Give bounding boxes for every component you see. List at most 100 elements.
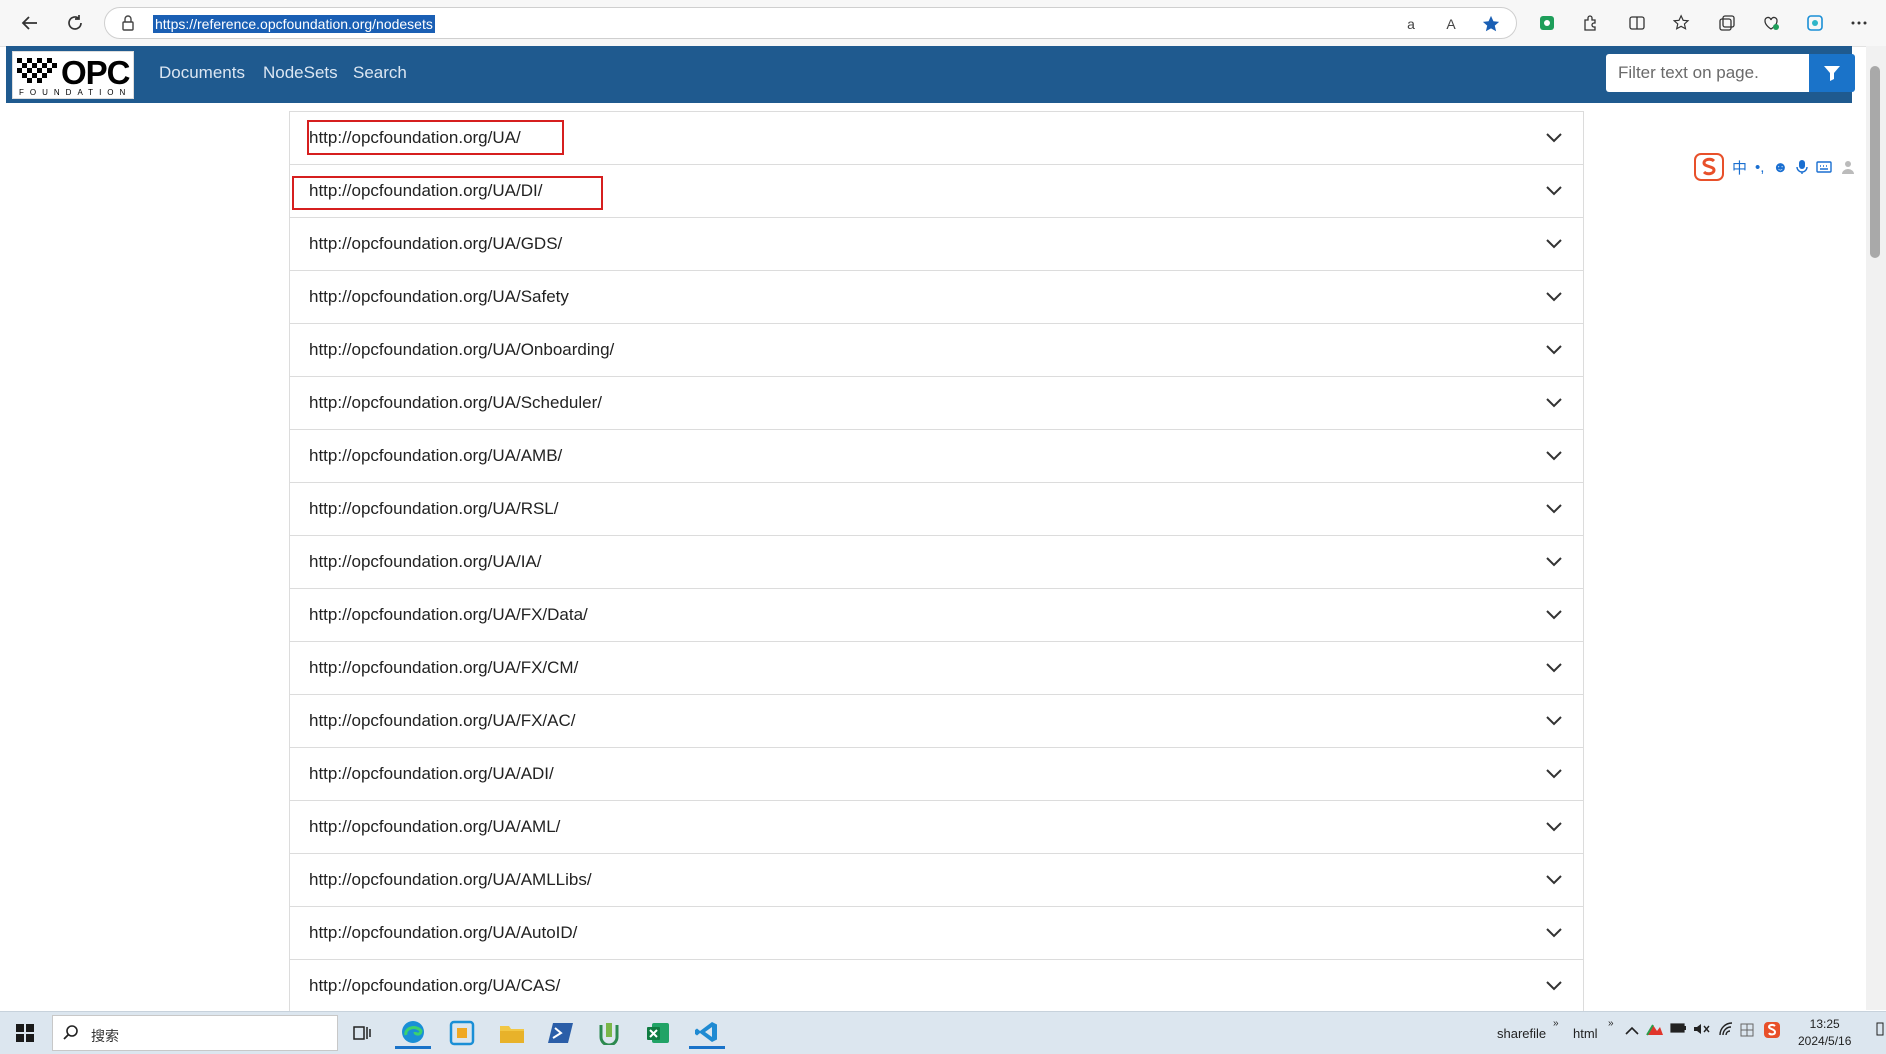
nodeset-row[interactable]: http://opcfoundation.org/UA/AutoID/ [290, 907, 1583, 960]
emoji-icon[interactable]: ☻ [1772, 159, 1788, 176]
opc-logo[interactable]: OPC FOUNDATION [12, 51, 134, 99]
nodeset-uri[interactable]: http://opcfoundation.org/UA/AutoID/ [309, 923, 577, 943]
nav-search[interactable]: Search [353, 63, 407, 83]
nodeset-row[interactable]: http://opcfoundation.org/UA/ADI/ [290, 748, 1583, 801]
punctuation-icon[interactable]: •, [1755, 159, 1764, 176]
nodeset-uri[interactable]: http://opcfoundation.org/UA/RSL/ [309, 499, 559, 519]
chevron-down-icon[interactable] [1545, 447, 1563, 465]
excel-icon[interactable] [640, 1017, 676, 1049]
nodeset-row[interactable]: http://opcfoundation.org/UA/Safety [290, 271, 1583, 324]
chevron-down-icon[interactable] [1545, 765, 1563, 783]
nodeset-row[interactable]: http://opcfoundation.org/UA/AML/ [290, 801, 1583, 854]
sogou-s-icon[interactable] [1694, 153, 1724, 181]
nodeset-row[interactable]: http://opcfoundation.org/UA/IA/ [290, 536, 1583, 589]
address-bar[interactable]: https://reference.opcfoundation.org/node… [104, 7, 1517, 39]
nav-nodesets[interactable]: NodeSets [263, 63, 338, 83]
nodeset-row[interactable]: http://opcfoundation.org/UA/AMLLibs/ [290, 854, 1583, 907]
nodeset-uri[interactable]: http://opcfoundation.org/UA/IA/ [309, 552, 541, 572]
chevron-down-icon[interactable] [1545, 871, 1563, 889]
filter-input[interactable] [1606, 54, 1809, 92]
tray-app-icon[interactable] [1646, 1022, 1664, 1039]
nodeset-uri[interactable]: http://opcfoundation.org/UA/AMB/ [309, 446, 562, 466]
nodeset-row[interactable]: http://opcfoundation.org/UA/GDS/ [290, 218, 1583, 271]
chevron-down-icon[interactable] [1545, 977, 1563, 995]
nodeset-uri[interactable]: http://opcfoundation.org/UA/GDS/ [309, 234, 562, 254]
chevron-down-icon[interactable] [1545, 235, 1563, 253]
nodeset-uri[interactable]: http://opcfoundation.org/UA/FX/Data/ [309, 605, 588, 625]
nodeset-row[interactable]: http://opcfoundation.org/UA/CAS/ [290, 960, 1583, 1011]
chevron-down-icon[interactable] [1545, 341, 1563, 359]
lock-icon[interactable] [121, 14, 135, 37]
chevron-down-icon[interactable] [1545, 659, 1563, 677]
task-view-icon[interactable] [344, 1017, 380, 1049]
keyboard-icon[interactable] [1816, 161, 1832, 173]
chevron-down-icon[interactable] [1545, 182, 1563, 200]
ime-tray-icon[interactable] [1739, 1022, 1755, 1041]
nodeset-row[interactable]: http://opcfoundation.org/UA/FX/CM/ [290, 642, 1583, 695]
nodeset-uri[interactable]: http://opcfoundation.org/UA/Scheduler/ [309, 393, 602, 413]
favorites-icon[interactable] [1671, 12, 1693, 34]
nodeset-uri[interactable]: http://opcfoundation.org/UA/AML/ [309, 817, 560, 837]
nodeset-row[interactable]: http://opcfoundation.org/UA/AMB/ [290, 430, 1583, 483]
chevron-down-icon[interactable] [1545, 712, 1563, 730]
nodeset-row[interactable]: http://opcfoundation.org/UA/FX/AC/ [290, 695, 1583, 748]
extensions-puzzle-icon[interactable] [1580, 12, 1602, 34]
chevron-down-icon[interactable] [1545, 818, 1563, 836]
taskbar-clock[interactable]: 13:25 2024/5/16 [1798, 1016, 1851, 1050]
nodeset-uri[interactable]: http://opcfoundation.org/UA/FX/AC/ [309, 711, 575, 731]
chevron-double-icon[interactable]: » [1553, 1018, 1559, 1029]
nodeset-row[interactable]: http://opcfoundation.org/UA/Scheduler/ [290, 377, 1583, 430]
back-icon[interactable] [15, 8, 45, 38]
remote-app-icon[interactable] [444, 1017, 480, 1049]
taskbar-search-box[interactable]: 搜索 [52, 1015, 338, 1051]
nodeset-uri[interactable]: http://opcfoundation.org/UA/FX/CM/ [309, 658, 578, 678]
sogou-tray-icon[interactable] [1763, 1021, 1781, 1042]
nodeset-row[interactable]: http://opcfoundation.org/UA/Onboarding/ [290, 324, 1583, 377]
show-desktop-button[interactable] [1876, 1022, 1884, 1039]
toolbar-sharefile[interactable]: sharefile [1497, 1026, 1546, 1041]
page-scrollbar[interactable] [1866, 46, 1886, 1010]
filter-button[interactable] [1809, 54, 1855, 92]
read-aloud-icon[interactable]: A [1441, 14, 1461, 34]
windows-start-icon[interactable] [16, 1024, 34, 1042]
nodeset-row[interactable]: http://opcfoundation.org/UA/FX/Data/ [290, 589, 1583, 642]
nodeset-uri[interactable]: http://opcfoundation.org/UA/ADI/ [309, 764, 554, 784]
nodeset-uri[interactable]: http://opcfoundation.org/UA/AMLLibs/ [309, 870, 592, 890]
collections-icon[interactable] [1716, 12, 1738, 34]
more-menu-icon[interactable] [1848, 12, 1870, 34]
microphone-icon[interactable] [1796, 159, 1808, 175]
chevron-double-icon[interactable]: » [1608, 1018, 1614, 1029]
edge-browser-icon[interactable] [395, 1017, 431, 1049]
nodeset-uri[interactable]: http://opcfoundation.org/UA/CAS/ [309, 976, 560, 996]
favorite-star-icon[interactable] [1481, 14, 1501, 34]
refresh-icon[interactable] [60, 8, 90, 38]
tray-expand-icon[interactable] [1625, 1024, 1639, 1039]
chevron-down-icon[interactable] [1545, 606, 1563, 624]
scrollbar-thumb[interactable] [1870, 66, 1880, 258]
url-text[interactable]: https://reference.opcfoundation.org/node… [153, 15, 435, 33]
battery-icon[interactable] [1670, 1022, 1688, 1037]
nav-documents[interactable]: Documents [159, 63, 245, 83]
nodeset-row[interactable]: http://opcfoundation.org/UA/RSL/ [290, 483, 1583, 536]
browser-essentials-icon[interactable] [1760, 12, 1782, 34]
translate-icon[interactable]: a [1401, 14, 1421, 34]
chevron-down-icon[interactable] [1545, 288, 1563, 306]
chevron-down-icon[interactable] [1545, 553, 1563, 571]
chevron-down-icon[interactable] [1545, 394, 1563, 412]
uaexpert-icon[interactable] [591, 1017, 627, 1049]
extension-green-icon[interactable] [1536, 12, 1558, 34]
chevron-down-icon[interactable] [1545, 500, 1563, 518]
chevron-down-icon[interactable] [1545, 129, 1563, 147]
volume-muted-icon[interactable] [1693, 1022, 1711, 1039]
file-explorer-icon[interactable] [494, 1017, 530, 1049]
split-screen-icon[interactable] [1626, 12, 1648, 34]
nodeset-uri[interactable]: http://opcfoundation.org/UA/Safety [309, 287, 569, 307]
user-skin-icon[interactable] [1840, 159, 1856, 175]
copilot-icon[interactable] [1804, 12, 1826, 34]
toolbar-html[interactable]: html [1573, 1026, 1598, 1041]
wifi-icon[interactable] [1718, 1022, 1734, 1039]
chevron-down-icon[interactable] [1545, 924, 1563, 942]
vscode-icon[interactable] [689, 1017, 725, 1049]
powershell-icon[interactable] [543, 1017, 579, 1049]
nodeset-uri[interactable]: http://opcfoundation.org/UA/Onboarding/ [309, 340, 614, 360]
